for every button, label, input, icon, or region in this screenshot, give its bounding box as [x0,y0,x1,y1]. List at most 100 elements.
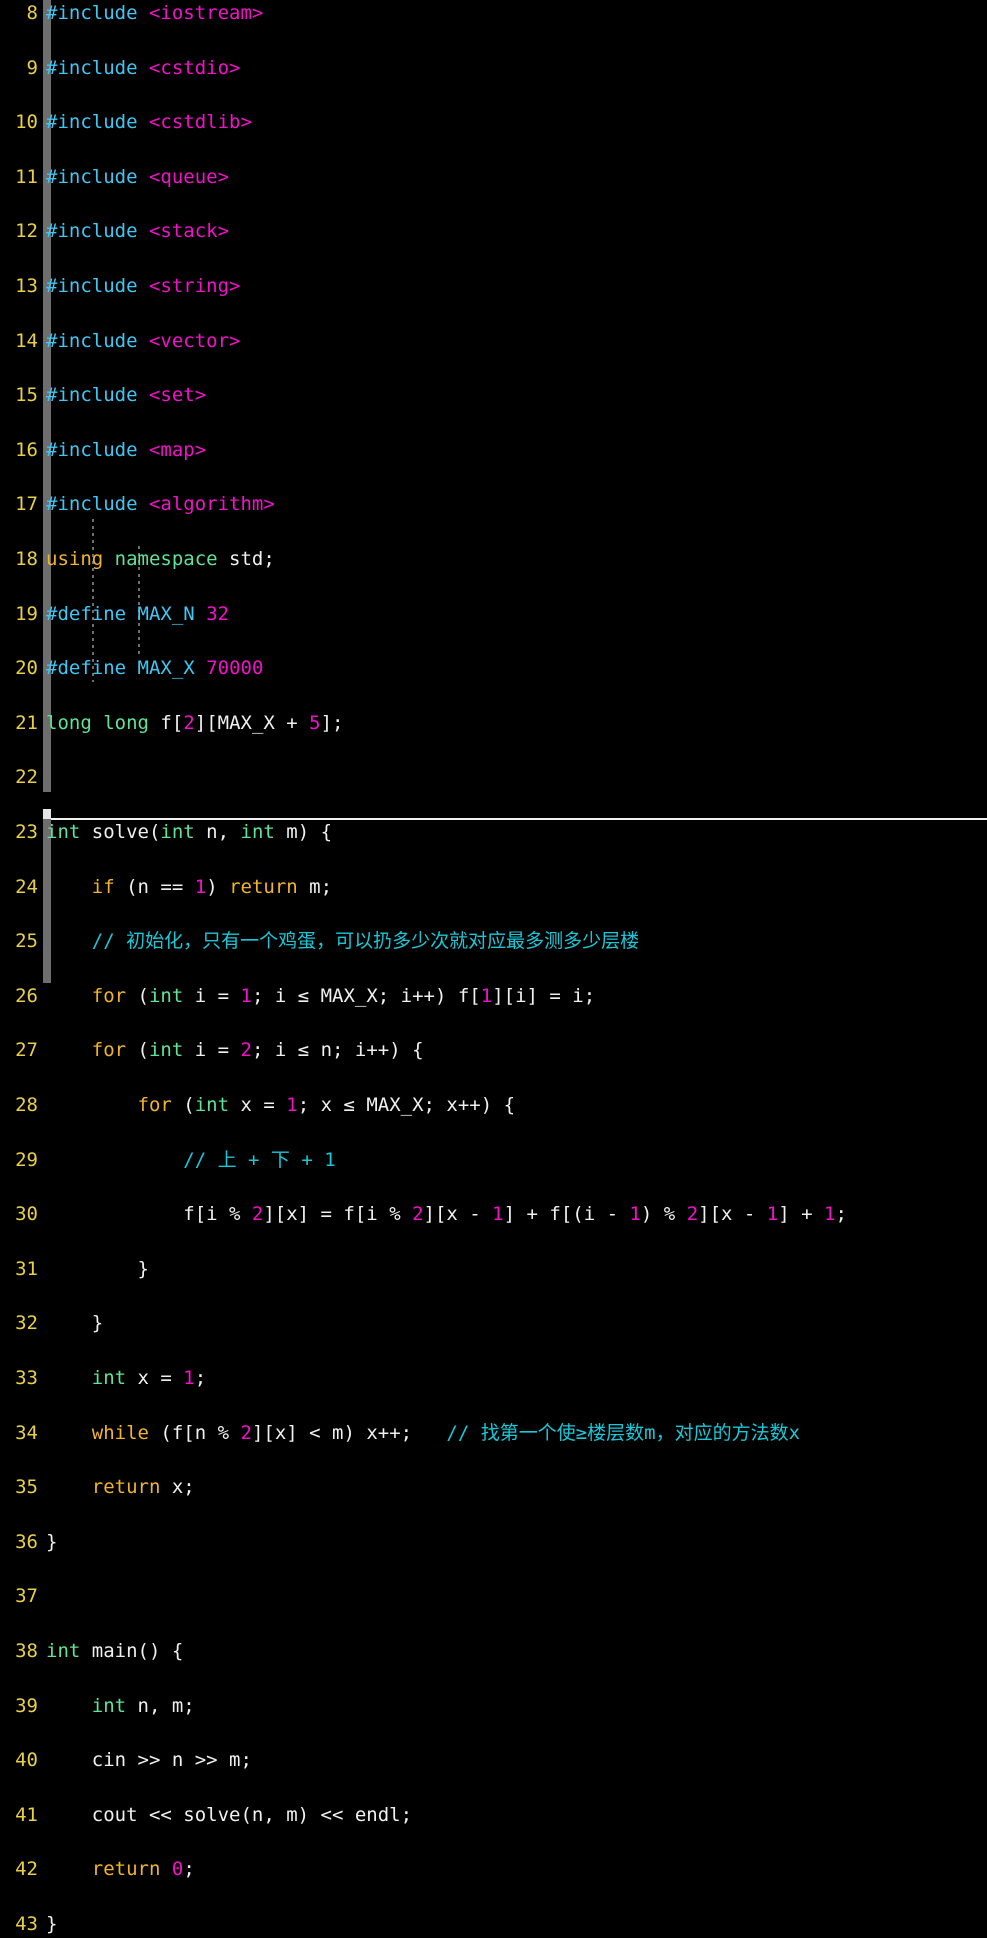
code-line[interactable]: 29 // 上 + 下 + 1 [0,1147,987,1174]
code-line[interactable]: 30 f[i % 2][x] = f[i % 2][x - 1] + f[(i … [0,1201,987,1228]
code-text[interactable]: if (n == 1) return m; [46,874,332,901]
code-line[interactable]: 9 #include <cstdio> [0,55,987,82]
line-number: 15 [0,382,38,409]
code-line[interactable]: 39 int n, m; [0,1693,987,1720]
code-token: x = [126,1367,183,1389]
code-line[interactable]: 36} [0,1529,987,1556]
code-token [46,985,92,1007]
code-line[interactable]: 41 cout << solve(n, m) << endl; [0,1802,987,1829]
code-line[interactable]: 8#include <iostream> [0,0,987,27]
code-text[interactable]: } [46,1529,57,1556]
code-token: #include [46,111,138,133]
code-line[interactable]: 20#define MAX_X 70000 [0,655,987,682]
code-line[interactable]: 23int solve(int n, int m) { [0,819,987,846]
code-text[interactable]: using namespace std; [46,546,275,573]
code-text[interactable]: return 0; [46,1856,195,1883]
code-line[interactable]: 42 return 0; [0,1856,987,1883]
code-text[interactable]: #include <stack> [46,218,229,245]
code-editor[interactable]: 8#include <iostream> 9 #include <cstdio> 10… [0,0,987,974]
code-text[interactable]: int main() { [46,1638,183,1665]
code-line[interactable]: 32 } [0,1310,987,1337]
code-line[interactable]: 28 for (int x = 1; x ≤ MAX_X; x++) { [0,1092,987,1119]
code-line[interactable]: 35 return x; [0,1474,987,1501]
code-line[interactable]: 26 for (int i = 1; i ≤ MAX_X; i++) f[1][… [0,983,987,1010]
code-line[interactable]: 21long long f[2][MAX_X + 5]; [0,710,987,737]
code-text[interactable]: } [46,1256,149,1283]
code-text[interactable]: #include <map> [46,437,206,464]
code-text[interactable]: #include <vector> [46,328,240,355]
code-text[interactable]: cin >> n >> m; [46,1747,252,1774]
code-token: (f[n % [149,1422,241,1444]
code-text[interactable]: } [46,1310,103,1337]
code-text[interactable]: int n, m; [46,1693,195,1720]
line-number: 27 [0,1037,38,1064]
code-text[interactable]: #define MAX_N 32 [46,601,229,628]
code-line[interactable]: 17#include <algorithm> [0,491,987,518]
code-line[interactable]: 38int main() { [0,1638,987,1665]
code-line[interactable]: 27 for (int i = 2; i ≤ n; i++) { [0,1037,987,1064]
line-number: 36 [0,1529,38,1556]
code-text[interactable]: for (int i = 2; i ≤ n; i++) { [46,1037,424,1064]
code-token: ; x ≤ MAX_X; x++) { [298,1094,515,1116]
code-line[interactable]: 10 #include <cstdlib> [0,109,987,136]
code-text[interactable]: int x = 1; [46,1365,206,1392]
code-line[interactable]: 14#include <vector> [0,328,987,355]
code-line[interactable]: 24 if (n == 1) return m; [0,874,987,901]
code-text[interactable]: #define MAX_X 70000 [46,655,263,682]
code-line[interactable]: 13#include <string> [0,273,987,300]
code-token: ( [172,1094,195,1116]
code-text[interactable]: #include <set> [46,382,206,409]
code-token: long [46,712,92,734]
code-line[interactable]: 11#include <queue> [0,164,987,191]
code-token: if [92,876,115,898]
code-text[interactable]: int solve(int n, int m) { [46,819,332,846]
code-text[interactable]: cout << solve(n, m) << endl; [46,1802,412,1829]
code-line[interactable]: 12#include <stack> [0,218,987,245]
code-line[interactable]: 31 } [0,1256,987,1283]
code-line-list[interactable]: 8#include <iostream> 9 #include <cstdio> 10… [0,0,987,983]
code-line[interactable]: 22 [0,764,987,791]
code-token: x; [160,1476,194,1498]
code-line[interactable]: 43} [0,1911,987,1938]
code-line[interactable]: 15 #include <set> [0,382,987,409]
code-text[interactable]: long long f[2][MAX_X + 5]; [46,710,344,737]
code-line[interactable]: 33 int x = 1; [0,1365,987,1392]
code-line[interactable]: 16#include <map> [0,437,987,464]
line-number: 10 [0,109,38,136]
code-token: i = [183,985,240,1007]
code-token: } [46,1913,57,1935]
code-text[interactable]: // 上 + 下 + 1 [46,1147,336,1174]
code-token [92,712,103,734]
code-text[interactable]: #include <string> [46,273,240,300]
line-number: 9 [0,55,38,82]
code-token: <map> [149,439,206,461]
code-token: 0 [172,1858,183,1880]
code-line[interactable]: 34 while (f[n % 2][x] < m) x++; // 找第一个使… [0,1420,987,1447]
code-text[interactable]: while (f[n % 2][x] < m) x++; // 找第一个使≥楼层… [46,1420,800,1447]
code-text[interactable]: } [46,1911,57,1938]
code-line[interactable]: 40 cin >> n >> m; [0,1747,987,1774]
code-text[interactable]: f[i % 2][x] = f[i % 2][x - 1] + f[(i - 1… [46,1201,847,1228]
code-token: // 上 + 下 + 1 [183,1149,335,1171]
code-text[interactable]: #include <queue> [46,164,229,191]
code-text[interactable]: for (int x = 1; x ≤ MAX_X; x++) { [46,1092,515,1119]
code-text[interactable]: for (int i = 1; i ≤ MAX_X; i++) f[1][i] … [46,983,595,1010]
code-line[interactable]: 25 // 初始化，只有一个鸡蛋，可以扔多少次就对应最多测多少层楼 [0,928,987,955]
code-token: 32 [206,603,229,625]
code-token: <vector> [149,330,241,352]
line-number: 40 [0,1747,38,1774]
code-line[interactable]: 18using namespace std; [0,546,987,573]
code-text[interactable]: #include <cstdlib> [46,109,252,136]
code-text[interactable]: // 初始化，只有一个鸡蛋，可以扔多少次就对应最多测多少层楼 [46,928,639,955]
code-line[interactable]: 19#define MAX_N 32 [0,601,987,628]
code-token: namespace [115,548,218,570]
code-token: for [138,1094,172,1116]
code-text[interactable]: return x; [46,1474,195,1501]
code-token [138,220,149,242]
line-number: 32 [0,1310,38,1337]
code-text[interactable]: #include <iostream> [46,0,263,27]
code-text[interactable]: #include <cstdio> [46,55,240,82]
code-text[interactable]: #include <algorithm> [46,491,275,518]
code-line[interactable]: 37 [0,1583,987,1610]
code-token: <cstdlib> [149,111,252,133]
